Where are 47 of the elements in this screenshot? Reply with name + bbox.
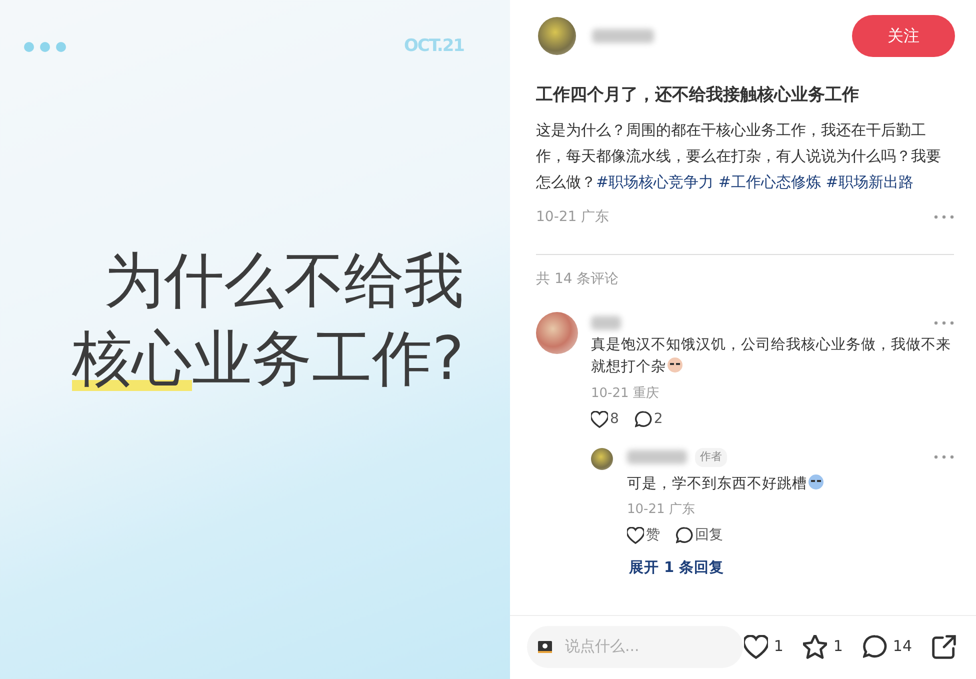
star-icon bbox=[803, 634, 828, 658]
comment-count[interactable]: 14 bbox=[862, 634, 912, 658]
share-icon bbox=[932, 634, 956, 658]
comment-icon bbox=[862, 634, 887, 658]
post-title: 工作四个月了，还不给我接触核心业务工作 bbox=[536, 84, 860, 107]
comment-text: 真是饱汉不知饿汉饥，公司给我核心业务做，我做不来就想打个杂 bbox=[591, 336, 952, 376]
author-tag: 作者 bbox=[695, 448, 727, 466]
headline-text: 为什么不给我 bbox=[104, 244, 464, 318]
comment-icon bbox=[634, 411, 652, 428]
hashtag-link[interactable]: #职场核心竞争力 bbox=[596, 172, 714, 190]
input-placeholder: 说点什么... bbox=[565, 636, 640, 658]
reply-meta: 10-21 广东 bbox=[627, 500, 696, 518]
comment-count: 共 14 条评论 bbox=[536, 270, 620, 288]
dots-icon bbox=[24, 42, 66, 52]
heart-icon bbox=[744, 634, 768, 658]
post-body: 这是为什么？周围的都在干核心业务工作，我还在干后勤工作，每天都像流水线，要么在打杂，有人说说为什么吗？我要怎么做？#职场核心竞争力 #工作心态修炼 #职场新出路 bbox=[536, 120, 942, 192]
share-button[interactable] bbox=[932, 634, 956, 658]
headline-text: 核心业务工作? bbox=[72, 322, 464, 396]
more-icon[interactable] bbox=[934, 455, 954, 460]
like-count[interactable]: 1 bbox=[744, 634, 784, 658]
post-meta: 10-21 广东 bbox=[536, 208, 610, 226]
reply-count[interactable]: 2 bbox=[634, 409, 663, 430]
reply-button[interactable]: 回复 bbox=[676, 525, 723, 546]
date-label: OCT.21 bbox=[404, 35, 464, 58]
reply-text: 可是，学不到东西不好跳槽 bbox=[627, 472, 954, 494]
emoji-icon bbox=[807, 472, 825, 490]
more-icon[interactable] bbox=[934, 215, 954, 219]
hashtag-link[interactable]: #工作心态修炼 bbox=[718, 172, 821, 190]
avatar[interactable] bbox=[591, 448, 613, 470]
emoji-icon bbox=[666, 356, 684, 374]
follow-button[interactable]: 关注 bbox=[852, 15, 955, 57]
heart-icon bbox=[591, 411, 608, 428]
avatar[interactable] bbox=[538, 17, 576, 55]
blurred-username bbox=[591, 316, 621, 330]
expand-replies-link[interactable]: 展开 1 条回复 bbox=[629, 558, 724, 580]
comment-meta: 10-21 重庆 bbox=[591, 384, 660, 402]
avatar-icon bbox=[537, 640, 553, 654]
favorite-count[interactable]: 1 bbox=[803, 634, 843, 658]
like-button[interactable]: 赞 bbox=[627, 525, 660, 546]
comment-icon bbox=[676, 527, 693, 544]
like-count[interactable]: 8 bbox=[591, 409, 619, 430]
blurred-username bbox=[592, 29, 654, 43]
avatar[interactable] bbox=[536, 312, 578, 354]
heart-icon bbox=[627, 527, 644, 544]
hashtag-link[interactable]: #职场新出路 bbox=[826, 172, 914, 190]
more-icon[interactable] bbox=[934, 320, 954, 324]
blurred-username bbox=[627, 450, 687, 464]
